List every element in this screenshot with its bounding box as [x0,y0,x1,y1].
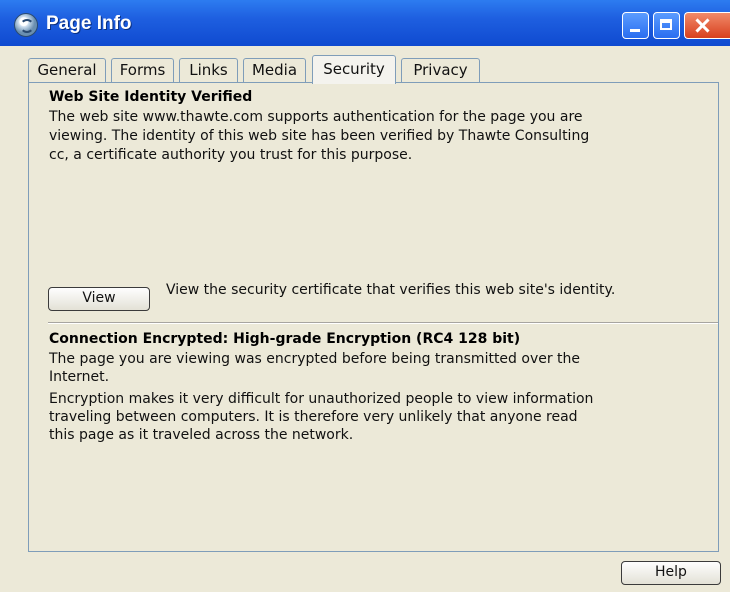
identity-line-3: cc, a certificate authority you trust fo… [49,147,413,163]
encryption-para2-line-2: traveling between computers. It is there… [49,409,578,425]
tab-security[interactable]: Security [312,55,396,84]
tab-general[interactable]: General [28,58,106,82]
maximize-button[interactable] [653,12,680,39]
page-info-window: Page Info General Forms Links Media Secu… [0,0,730,592]
encryption-para1-line-1: The page you are viewing was encrypted b… [49,351,581,367]
tab-forms[interactable]: Forms [111,58,174,82]
tab-privacy[interactable]: Privacy [401,58,480,82]
encryption-para2-line-3: this page as it traveled across the netw… [49,427,354,443]
encryption-para2-line-1: Encryption makes it very difficult for u… [49,391,594,407]
tab-links[interactable]: Links [179,58,238,82]
tab-media[interactable]: Media [243,58,306,82]
minimize-button[interactable] [622,12,649,39]
identity-line-2: viewing. The identity of this web site h… [49,128,590,144]
section-divider [48,322,718,324]
close-button[interactable] [684,12,730,39]
identity-line-1: The web site www.thawte.com supports aut… [49,109,583,125]
encryption-heading: Connection Encrypted: High-grade Encrypt… [49,331,521,347]
identity-heading: Web Site Identity Verified [49,89,253,105]
view-certificate-button[interactable]: View [48,287,150,311]
view-certificate-hint: View the security certificate that verif… [166,282,616,298]
app-icon [14,13,38,37]
encryption-para1-line-2: Internet. [49,369,110,385]
help-button[interactable]: Help [621,561,721,585]
title-bar[interactable]: Page Info [0,0,730,46]
window-title: Page Info [46,13,132,34]
